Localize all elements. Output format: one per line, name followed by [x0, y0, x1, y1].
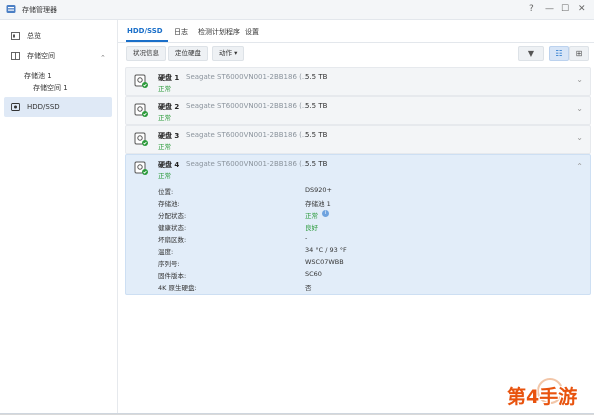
hdd-ok-icon: [134, 74, 148, 88]
disk-row-4[interactable]: 硬盘 4 Seagate ST6000VN001-2BB186 (... 5.5…: [125, 154, 591, 295]
hdd-ok-icon: [134, 161, 148, 175]
toolbar: 状况信息 定位硬盘 动作 ▾ ▼ ☷ ⊞: [118, 44, 594, 62]
tab-settings[interactable]: 设置: [245, 27, 259, 37]
disk-model: Seagate ST6000VN001-2BB186 (...: [186, 73, 309, 81]
sidebar-item-label: HDD/SSD: [27, 103, 60, 111]
tab-log[interactable]: 日志: [174, 27, 188, 37]
sidebar: 总览 存储空间 ⌃ 存储池 1 存储空间 1 HDD/SSD: [0, 20, 118, 413]
sidebar-item-label: 存储空间: [27, 52, 55, 60]
locate-disk-button[interactable]: 定位硬盘: [168, 46, 208, 61]
detail-label-temperature: 温度:: [158, 248, 174, 256]
grid-view-icon: ⊞: [575, 49, 583, 58]
grid-view-button[interactable]: ⊞: [569, 46, 589, 61]
detail-value-temperature: 34 °C / 93 °F: [305, 246, 347, 254]
disk-status: 正常: [158, 85, 171, 93]
info-icon[interactable]: i: [322, 210, 329, 217]
disk-status: 正常: [158, 143, 171, 151]
sidebar-item-storage[interactable]: 存储空间 ⌃: [4, 46, 112, 66]
disk-model: Seagate ST6000VN001-2BB186 (...: [186, 160, 309, 168]
minimize-button[interactable]: —: [545, 3, 554, 15]
disk-size: 5.5 TB: [305, 73, 328, 81]
detail-value-location: DS920+: [305, 186, 332, 194]
help-button[interactable]: ?: [529, 3, 534, 15]
maximize-button[interactable]: ☐: [561, 3, 569, 15]
disk-status: 正常: [158, 114, 171, 122]
sidebar-item-hdd-ssd[interactable]: HDD/SSD: [4, 97, 112, 117]
watermark-text: 第4手游: [507, 386, 578, 408]
tab-bar: HDD/SSD 日志 检测计划程序 设置: [118, 20, 594, 43]
tab-test-scheduler[interactable]: 检测计划程序: [198, 27, 240, 37]
detail-label-firmware: 固件版本:: [158, 272, 187, 280]
collapse-chevron-icon[interactable]: ⌃: [576, 162, 583, 171]
detail-label-4k-native: 4K 原生硬盘:: [158, 284, 197, 292]
disk-row-2[interactable]: 硬盘 2 Seagate ST6000VN001-2BB186 (... 5.5…: [125, 96, 591, 125]
close-button[interactable]: ✕: [578, 3, 586, 15]
collapse-icon[interactable]: ⌃: [100, 48, 106, 68]
hdd-ok-icon: [134, 103, 148, 117]
expand-chevron-icon[interactable]: ⌄: [576, 133, 583, 142]
detail-value-bad-sectors: -: [305, 234, 308, 242]
action-dropdown-button[interactable]: 动作 ▾: [212, 46, 245, 61]
expand-chevron-icon[interactable]: ⌄: [576, 75, 583, 84]
filter-button[interactable]: ▼: [518, 46, 544, 61]
storage-manager-window: 存储管理器 ? — ☐ ✕ 总览 存储空间 ⌃ 存储池 1 存储空间 1 HDD…: [0, 0, 594, 414]
hdd-icon: [11, 103, 20, 111]
disk-name: 硬盘 1: [158, 74, 180, 82]
disk-name: 硬盘 3: [158, 132, 180, 140]
sidebar-item-label: 存储空间 1: [33, 84, 68, 92]
disk-size: 5.5 TB: [305, 160, 328, 168]
detail-value-allocation-status: 正常: [305, 212, 318, 220]
detail-label-allocation-status: 分配状态:: [158, 212, 187, 220]
detail-label-serial-number: 序列号:: [158, 260, 180, 268]
detail-value-serial-number: WSC07WBB: [305, 258, 344, 266]
list-view-button[interactable]: ☷: [549, 46, 569, 61]
storage-icon: [11, 52, 20, 60]
sidebar-item-label: 总览: [27, 32, 41, 40]
hdd-ok-icon: [134, 132, 148, 146]
disk-row-3[interactable]: 硬盘 3 Seagate ST6000VN001-2BB186 (... 5.5…: [125, 125, 591, 154]
sidebar-item-overview[interactable]: 总览: [4, 26, 112, 46]
disk-model: Seagate ST6000VN001-2BB186 (...: [186, 102, 309, 110]
disk-status: 正常: [158, 172, 171, 180]
detail-value-storage-pool: 存储池 1: [305, 200, 331, 208]
detail-value-health-status: 良好: [305, 224, 318, 232]
expand-chevron-icon[interactable]: ⌄: [576, 104, 583, 113]
tab-hdd-ssd[interactable]: HDD/SSD: [127, 27, 163, 35]
active-tab-indicator: [126, 40, 168, 42]
disk-name: 硬盘 2: [158, 103, 180, 111]
sidebar-item-storage-pool-1[interactable]: 存储池 1: [4, 70, 112, 82]
detail-label-bad-sectors: 坏扇区数:: [158, 236, 187, 244]
filter-icon: ▼: [527, 49, 535, 58]
status-info-button[interactable]: 状况信息: [126, 46, 166, 61]
sidebar-item-label: 存储池 1: [24, 72, 52, 80]
disk-row-1[interactable]: 硬盘 1 Seagate ST6000VN001-2BB186 (... 5.5…: [125, 67, 591, 96]
disk-name: 硬盘 4: [158, 161, 180, 169]
detail-value-firmware: SC60: [305, 270, 322, 278]
disk-size: 5.5 TB: [305, 131, 328, 139]
list-view-icon: ☷: [555, 49, 563, 58]
detail-label-storage-pool: 存储池:: [158, 200, 180, 208]
title-bar: 存储管理器 ? — ☐ ✕: [0, 0, 594, 20]
overview-icon: [11, 32, 20, 40]
detail-label-location: 位置:: [158, 188, 174, 196]
main-panel: HDD/SSD 日志 检测计划程序 设置 状况信息 定位硬盘 动作 ▾ ▼ ☷ …: [118, 20, 594, 413]
window-title: 存储管理器: [22, 6, 57, 14]
disk-model: Seagate ST6000VN001-2BB186 (...: [186, 131, 309, 139]
disk-size: 5.5 TB: [305, 102, 328, 110]
detail-value-4k-native: 否: [305, 284, 312, 292]
storage-manager-app-icon: [6, 5, 16, 13]
sidebar-item-volume-1[interactable]: 存储空间 1: [4, 82, 112, 94]
detail-label-health-status: 健康状态:: [158, 224, 187, 232]
